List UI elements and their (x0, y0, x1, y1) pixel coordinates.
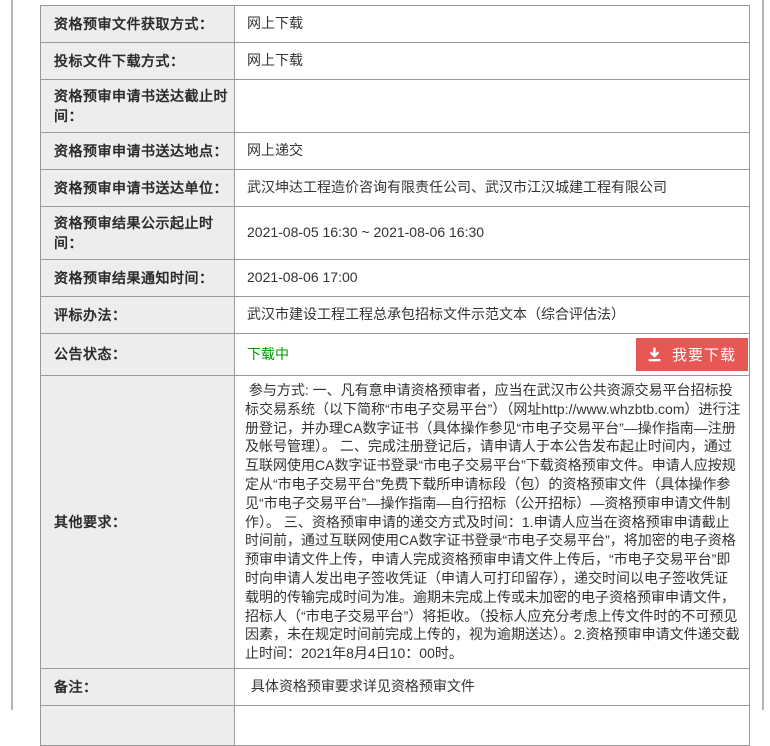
row-label: 资格预审申请书送达地点： (41, 133, 235, 170)
row-label: 公告状态： (41, 334, 235, 376)
table-row: 资格预审文件获取方式： 网上下载 (41, 6, 750, 43)
row-value: 参与方式: 一、凡有意申请资格预审者，应当在武汉市公共资源交易平台招标投标交易系… (235, 376, 750, 669)
table-row: 评标办法： 武汉市建设工程工程总承包招标文件示范文本（综合评估法） (41, 297, 750, 334)
table-row: 资格预审结果通知时间： 2021-08-06 17:00 (41, 260, 750, 297)
announcement-detail-table: 资格预审文件获取方式： 网上下载 投标文件下载方式： 网上下载 资格预审申请书送… (40, 5, 750, 746)
row-label: 评标办法： (41, 297, 235, 334)
table-row: 资格预审结果公示起止时间： 2021-08-05 16:30 ~ 2021-08… (41, 207, 750, 260)
page-left-rule (11, 0, 13, 710)
row-label: 资格预审结果通知时间： (41, 260, 235, 297)
row-label: 资格预审文件获取方式： (41, 6, 235, 43)
table-row: 投标文件下载方式： 网上下载 (41, 43, 750, 80)
page-right-rule (762, 0, 764, 710)
row-label: 其他要求： (41, 376, 235, 669)
table-row: 资格预审申请书送达截止时间： (41, 80, 750, 133)
row-value: 武汉坤达工程造价咨询有限责任公司、武汉市江汉城建工程有限公司 (235, 170, 750, 207)
row-label: 资格预审申请书送达截止时间： (41, 80, 235, 133)
table-row-other-requirements: 其他要求： 参与方式: 一、凡有意申请资格预审者，应当在武汉市公共资源交易平台招… (41, 376, 750, 669)
row-value: 网上下载 (235, 43, 750, 80)
table-row-announcement-status: 公告状态： 下载中 我要下载 (41, 334, 750, 376)
row-label (41, 705, 235, 745)
row-value: 网上下载 (235, 6, 750, 43)
table-row: 资格预审申请书送达地点： 网上递交 (41, 133, 750, 170)
table-row-partial (41, 705, 750, 745)
row-value: 网上递交 (235, 133, 750, 170)
download-button-label: 我要下载 (672, 344, 736, 365)
status-badge: 下载中 (247, 345, 289, 365)
row-label: 资格预审结果公示起止时间： (41, 207, 235, 260)
table-row: 资格预审申请书送达单位： 武汉坤达工程造价咨询有限责任公司、武汉市江汉城建工程有… (41, 170, 750, 207)
row-value (235, 80, 750, 133)
row-value (235, 705, 750, 745)
row-label: 资格预审申请书送达单位： (41, 170, 235, 207)
row-value: 2021-08-05 16:30 ~ 2021-08-06 16:30 (235, 207, 750, 260)
row-label: 投标文件下载方式： (41, 43, 235, 80)
table-row-remarks: 备注： 具体资格预审要求详见资格预审文件 (41, 668, 750, 705)
row-value: 武汉市建设工程工程总承包招标文件示范文本（综合评估法） (235, 297, 750, 334)
download-icon (646, 346, 663, 363)
row-value: 2021-08-06 17:00 (235, 260, 750, 297)
row-label: 备注： (41, 668, 235, 705)
row-value: 具体资格预审要求详见资格预审文件 (235, 668, 750, 705)
download-button[interactable]: 我要下载 (636, 338, 748, 371)
